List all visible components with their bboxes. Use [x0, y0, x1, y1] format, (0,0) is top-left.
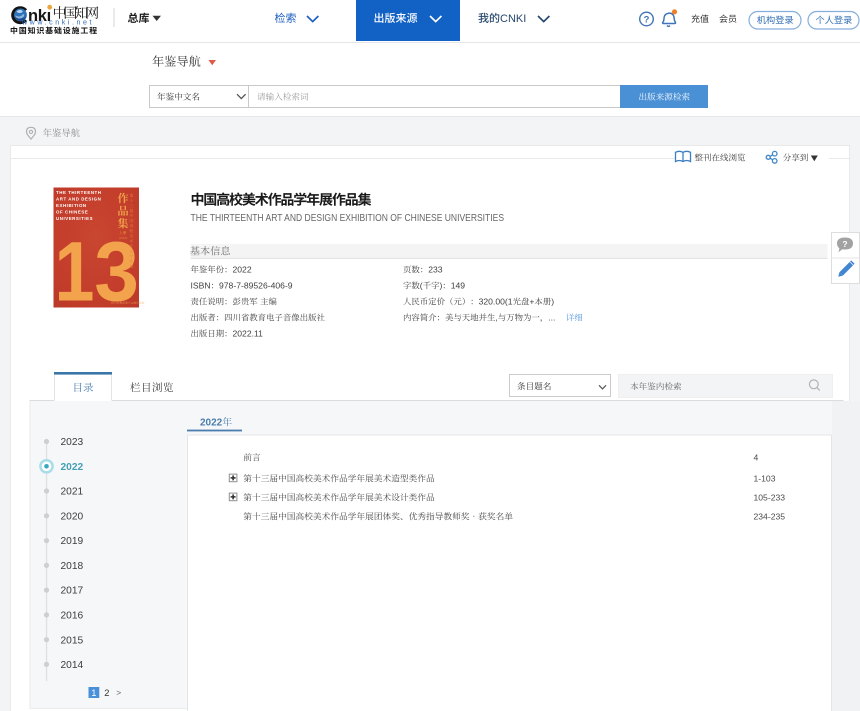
svg-text:...: ...: [548, 313, 555, 323]
svg-text:2014: 2014: [61, 660, 84, 671]
svg-text:1: 1: [55, 224, 95, 319]
svg-text:320.00(1: 320.00(1: [479, 297, 513, 307]
svg-text:978-7-89526-406-9: 978-7-89526-406-9: [219, 281, 293, 291]
svg-text:?: ?: [842, 239, 847, 249]
svg-text:): ): [440, 281, 443, 291]
svg-text:2022: 2022: [233, 265, 252, 275]
svg-text:2023: 2023: [61, 437, 84, 448]
svg-text:2019: 2019: [61, 536, 84, 547]
svg-text:>: >: [116, 687, 121, 697]
svg-text:2020: 2020: [61, 511, 84, 522]
svg-text:2016: 2016: [61, 611, 84, 622]
svg-text:2018: 2018: [61, 561, 84, 572]
svg-text:+: +: [529, 297, 534, 307]
svg-text:(: (: [420, 281, 423, 291]
svg-text:2021: 2021: [61, 487, 84, 498]
svg-text:OF CHINESE: OF CHINESE: [56, 210, 88, 215]
svg-text:1-103: 1-103: [754, 474, 776, 484]
svg-text:2: 2: [104, 688, 109, 698]
svg-text:149: 149: [451, 281, 466, 291]
svg-text:): ): [551, 297, 554, 307]
svg-text:?: ?: [644, 15, 650, 26]
svg-text:2015: 2015: [61, 635, 84, 646]
svg-text:THE THIRTEENTH: THE THIRTEENTH: [56, 190, 102, 195]
svg-text:2017: 2017: [61, 586, 84, 597]
svg-text:1: 1: [91, 688, 96, 698]
svg-text:EXHIBITION: EXHIBITION: [56, 203, 87, 208]
svg-text:UNIVERSITIES: UNIVERSITIES: [56, 216, 93, 221]
svg-text:CNKI: CNKI: [500, 13, 526, 25]
svg-text:,: ,: [495, 313, 497, 323]
svg-text:THE THIRTEENTH ART AND DESIGN: THE THIRTEENTH ART AND DESIGN EXHIBITION…: [191, 213, 505, 224]
svg-text:105-233: 105-233: [754, 493, 786, 503]
svg-text:2022: 2022: [61, 462, 84, 473]
svg-text:2022: 2022: [200, 418, 223, 429]
svg-text:2022.11: 2022.11: [233, 329, 264, 339]
svg-text:4: 4: [754, 453, 759, 463]
svg-text:ISBN: ISBN: [191, 281, 211, 291]
svg-text:ART AND DESIGN: ART AND DESIGN: [56, 197, 101, 202]
svg-text:233: 233: [428, 265, 443, 275]
svg-text:234-235: 234-235: [754, 512, 786, 522]
svg-text:3: 3: [94, 225, 139, 319]
